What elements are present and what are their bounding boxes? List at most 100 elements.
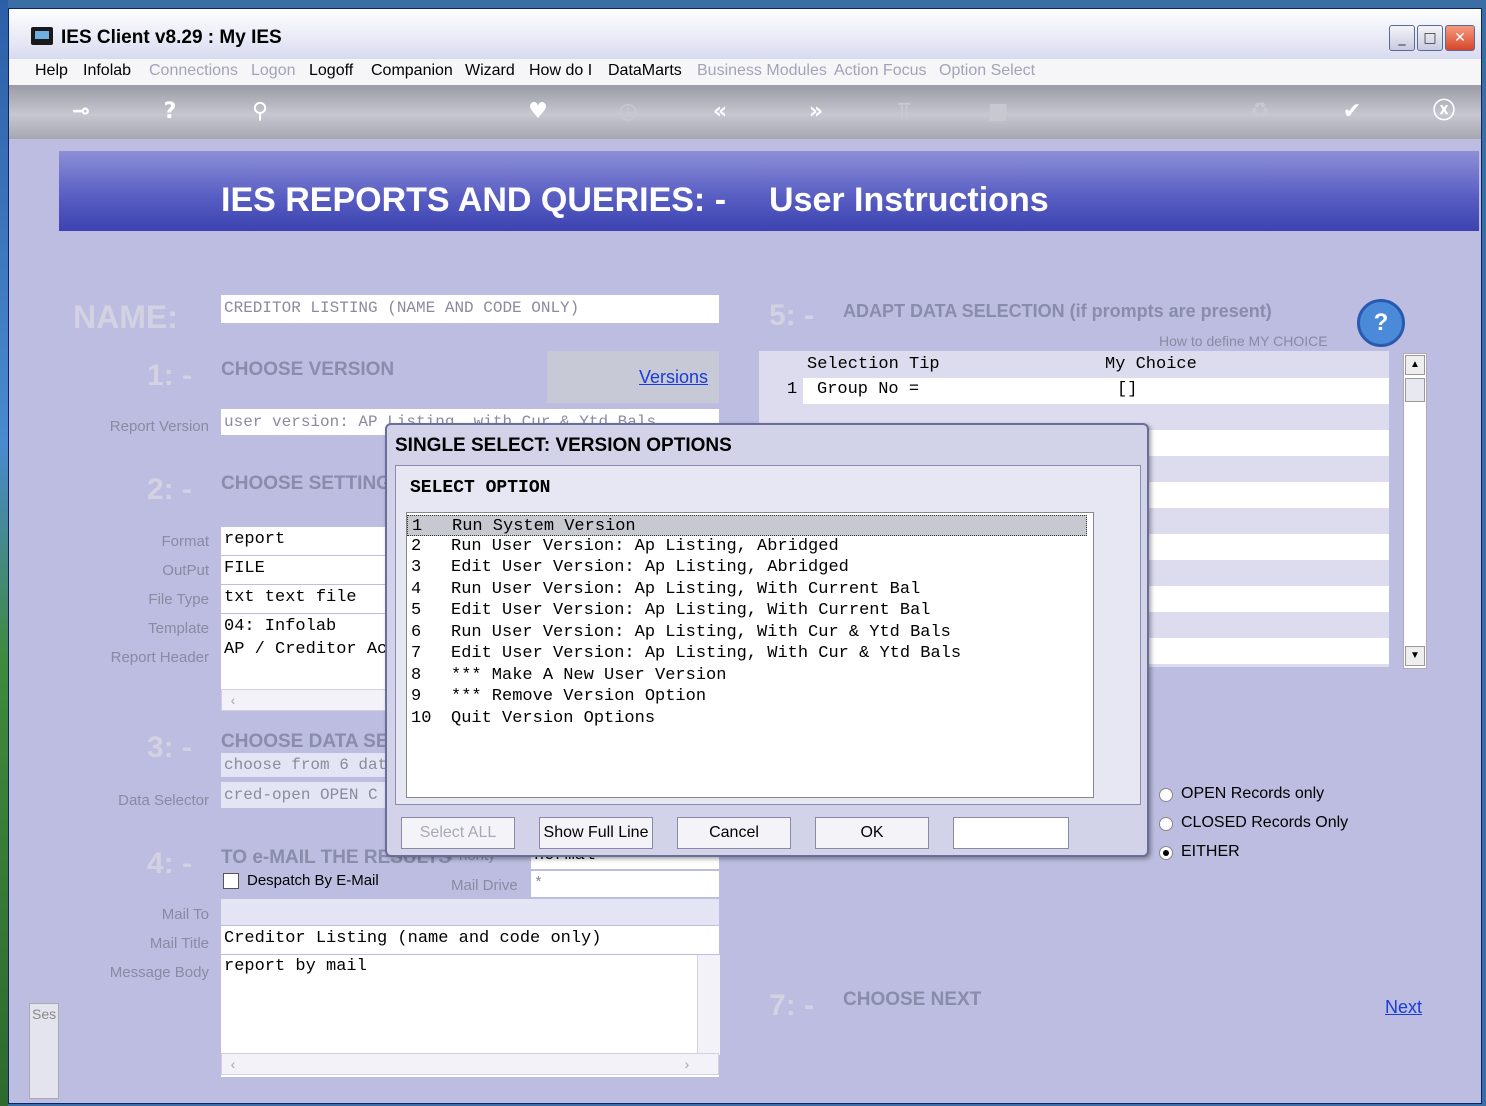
mail-title-field[interactable]: Creditor Listing (name and code only) [221,926,719,954]
version-options-dialog: SINGLE SELECT: VERSION OPTIONS SELECT OP… [385,423,1149,857]
section1-title: CHOOSE VERSION [221,359,395,380]
name-field[interactable]: CREDITOR LISTING (NAME AND CODE ONLY) [221,295,719,323]
select-all-button[interactable]: Select ALL [401,817,515,849]
selection-table-scrollbar[interactable]: ▲ ▼ [1403,353,1427,669]
radio-closed-records-label: CLOSED Records Only [1181,814,1349,831]
versions-link[interactable]: Versions [639,367,708,388]
app-icon [31,27,53,45]
row-number: 1 [787,380,798,399]
report-header-label: Report Header [110,649,209,666]
scroll-thumb[interactable] [1405,378,1425,402]
menu-business-modules: Business Modules [697,62,827,79]
mail-to-field[interactable] [221,899,719,925]
radio-either-label: EITHER [1181,843,1240,860]
radio-open-records[interactable] [1159,788,1173,802]
section7-number: 7: - [769,989,814,1022]
name-label: NAME: [73,299,178,335]
list-item[interactable]: 8 *** Make A New User Version [407,665,1087,686]
mail-title-label: Mail Title [149,935,209,952]
radio-open-records-label: OPEN Records only [1181,785,1325,802]
ok-button[interactable]: OK [815,817,929,849]
format-label: Format [161,533,209,550]
dialog-heading: SELECT OPTION [410,478,551,498]
menu-datamarts[interactable]: DataMarts [608,62,682,80]
list-item[interactable]: 2 Run User Version: Ap Listing, Abridged [407,536,1087,557]
row-tip: Group No = [817,380,920,399]
message-body-label: Message Body [109,964,209,981]
menu-infolab[interactable]: Infolab [83,62,131,80]
key-icon[interactable]: ⊸ [59,97,103,127]
cancel-button[interactable]: Cancel [677,817,791,849]
search-icon[interactable]: ⚲ [245,97,275,127]
title-bar: IES Client v8.29 : My IES _ □ ✕ [9,9,1481,59]
scroll-right-icon[interactable]: › [678,1055,696,1073]
forward-icon[interactable]: » [801,97,831,127]
section5-number: 5: - [769,299,814,332]
recycle-icon[interactable]: ♻ [1245,97,1275,127]
menu-logoff[interactable]: Logoff [309,62,353,80]
mail-to-label: Mail To [161,906,209,923]
radio-closed-records[interactable] [1159,817,1173,831]
data-selector-label: Data Selector [118,792,209,809]
list-item[interactable]: 4 Run User Version: Ap Listing, With Curr… [407,579,1087,600]
section1-number: 1: - [147,359,192,392]
col-my-choice: My Choice [1105,355,1197,374]
page-title: IES REPORTS AND QUERIES: - [221,181,727,219]
message-body-vscrollbar[interactable] [697,955,720,1055]
minimize-button[interactable]: _ [1389,25,1415,51]
list-item[interactable]: 7 Edit User Version: Ap Listing, With Cur… [407,643,1087,664]
list-item[interactable]: 6 Run User Version: Ap Listing, With Cur … [407,622,1087,643]
dialog-input[interactable] [953,817,1069,849]
despatch-label: Despatch By E-Mail [247,872,379,889]
section4-number: 4: - [147,847,192,880]
section2-title: CHOOSE SETTINGS [221,473,404,494]
output-label: OutPut [162,562,209,579]
menu-help[interactable]: Help [35,62,68,80]
help-circle-icon[interactable]: ? [1357,299,1405,347]
list-item[interactable]: 1 Run System Version [407,515,1087,536]
list-item[interactable]: 10 Quit Version Options [407,708,1087,729]
help-icon[interactable]: ? [155,97,185,127]
list-item[interactable]: 9 *** Remove Version Option [407,686,1087,707]
menu-option-select: Option Select [939,62,1036,79]
next-link[interactable]: Next [1385,997,1422,1018]
scroll-up-icon[interactable]: ▲ [1405,355,1425,375]
row-choice[interactable]: [] [1117,380,1137,399]
menu-bar: Help Infolab Connections Logon Logoff Co… [9,59,1481,85]
mail-drive-field[interactable]: * [531,871,719,897]
menu-how-do-i[interactable]: How do I [529,62,592,80]
list-item[interactable]: 3 Edit User Version: Ap Listing, Abridged [407,557,1087,578]
message-body-hscrollbar[interactable]: ‹ › [221,1053,719,1075]
check-icon[interactable]: ✔ [1337,97,1367,127]
close-icon[interactable]: ⓧ [1429,97,1459,127]
rewind-icon[interactable]: « [705,97,735,127]
menu-companion[interactable]: Companion [371,62,453,80]
desktop-background [0,0,8,1106]
menu-action-focus: Action Focus [834,62,927,79]
section5-title: ADAPT DATA SELECTION (if prompts are pre… [843,301,1272,321]
scroll-left-icon[interactable]: ‹ [224,691,242,709]
heart-icon[interactable]: ♥ [523,97,553,127]
scroll-down-icon[interactable]: ▼ [1405,646,1425,666]
page-subtitle: User Instructions [769,181,1049,219]
despatch-checkbox[interactable] [223,873,239,889]
option-list: 1 Run System Version 2 Run User Version: A… [406,512,1094,798]
window-close-button[interactable]: ✕ [1445,25,1475,51]
scroll-left-icon[interactable]: ‹ [224,1055,242,1073]
stop-icon[interactable]: ■ [983,97,1013,127]
table-row[interactable]: 1 Group No = [] [787,378,1389,404]
col-selection-tip: Selection Tip [807,355,940,374]
dialog-title: SINGLE SELECT: VERSION OPTIONS [395,435,732,456]
tree-icon[interactable]: ⫪ [889,97,919,127]
dialog-body: SELECT OPTION 1 Run System Version 2 Run U… [395,465,1141,805]
template-label: Template [148,620,209,637]
how-to-define-text: How to define MY CHOICE [1159,333,1328,349]
window-title: IES Client v8.29 : My IES [61,27,282,48]
clock-icon[interactable]: ◷ [613,97,643,127]
maximize-button[interactable]: □ [1417,25,1443,51]
radio-either[interactable] [1159,846,1173,860]
show-full-line-button[interactable]: Show Full Line [539,817,653,849]
menu-wizard[interactable]: Wizard [465,62,515,80]
list-item[interactable]: 5 Edit User Version: Ap Listing, With Cur… [407,600,1087,621]
side-panel: Ses [29,1003,59,1099]
